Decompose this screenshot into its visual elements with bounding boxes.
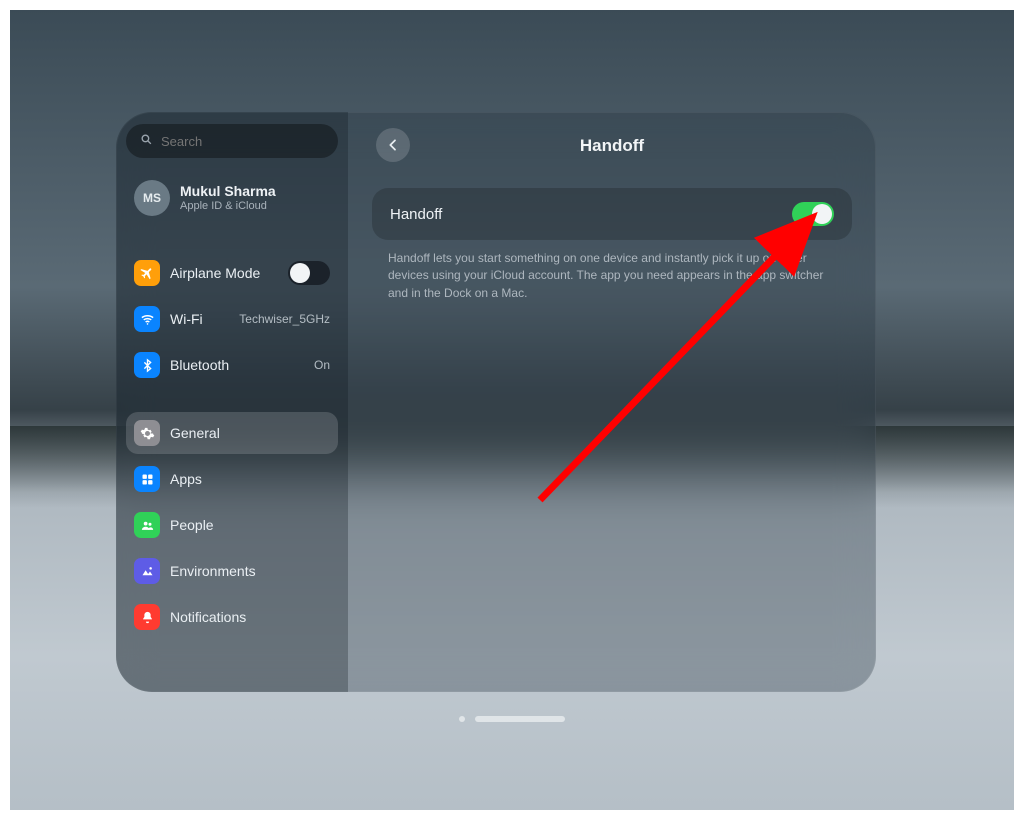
sidebar-item-label: General [170,425,220,441]
sidebar-item-apps[interactable]: Apps [126,458,338,500]
content-pane: Handoff Handoff Handoff lets you start s… [348,112,876,692]
sidebar-item-general[interactable]: General [126,412,338,454]
profile-subtitle: Apple ID & iCloud [180,200,276,213]
page-title: Handoff [580,136,644,156]
sidebar-item-label: Notifications [170,609,246,625]
search-field[interactable] [126,124,338,158]
gear-icon [134,420,160,446]
handoff-toggle[interactable] [792,202,834,226]
wifi-network-value: Techwiser_5GHz [239,312,330,326]
sidebar-item-environments[interactable]: Environments [126,550,338,592]
sidebar-item-notifications[interactable]: Notifications [126,596,338,638]
wifi-icon [134,306,160,332]
bluetooth-icon [134,352,160,378]
sidebar: MS Mukul Sharma Apple ID & iCloud Airpla… [116,112,348,692]
handoff-row-label: Handoff [390,206,442,223]
handoff-description: Handoff lets you start something on one … [372,240,852,302]
sidebar-item-wifi[interactable]: Wi-Fi Techwiser_5GHz [126,298,338,340]
bluetooth-status-value: On [314,358,330,372]
sidebar-item-label: Environments [170,563,256,579]
airplane-icon [134,260,160,286]
avatar: MS [134,180,170,216]
sidebar-item-label: Wi-Fi [170,311,203,327]
sidebar-item-label: Airplane Mode [170,265,260,281]
sidebar-item-people[interactable]: People [126,504,338,546]
apps-icon [134,466,160,492]
home-indicator[interactable] [459,716,565,722]
search-icon [140,133,153,149]
environments-icon [134,558,160,584]
sidebar-item-label: People [170,517,214,533]
bell-icon [134,604,160,630]
people-icon [134,512,160,538]
handoff-row[interactable]: Handoff [372,188,852,240]
profile-name: Mukul Sharma [180,183,276,200]
sidebar-item-bluetooth[interactable]: Bluetooth On [126,344,338,386]
sidebar-item-label: Apps [170,471,202,487]
sidebar-item-airplane-mode[interactable]: Airplane Mode [126,252,338,294]
search-input[interactable] [161,134,337,149]
back-button[interactable] [376,128,410,162]
settings-window: MS Mukul Sharma Apple ID & iCloud Airpla… [116,112,876,692]
airplane-mode-toggle[interactable] [288,261,330,285]
sidebar-item-label: Bluetooth [170,357,229,373]
sidebar-item-profile[interactable]: MS Mukul Sharma Apple ID & iCloud [126,170,338,226]
